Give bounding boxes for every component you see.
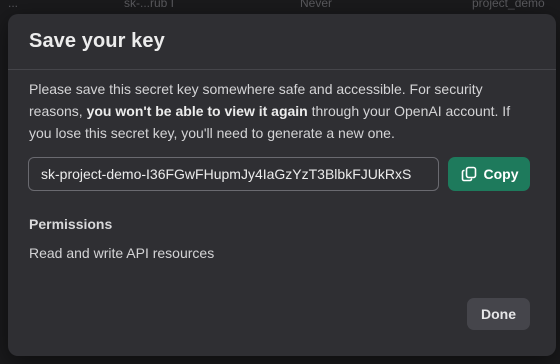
copy-button-label: Copy — [483, 166, 519, 182]
secret-key-field[interactable]: sk-project-demo-I36FGwFHupmJy4IaGzYzT3Bl… — [28, 157, 439, 191]
copy-icon — [461, 166, 476, 182]
dialog-description: Please save this secret key somewhere sa… — [29, 78, 529, 144]
dialog-title: Save your key — [29, 30, 165, 52]
background-cell: ... — [8, 0, 19, 10]
background-table-row: ... sk-...rub I Never project_demo — [0, 0, 560, 10]
permissions-label: Permissions — [29, 216, 113, 232]
description-emphasis: you won't be able to view it again — [86, 103, 308, 119]
done-button[interactable]: Done — [467, 298, 530, 330]
copy-button[interactable]: Copy — [448, 157, 530, 191]
page: ... sk-...rub I Never project_demo Save … — [0, 0, 560, 364]
save-key-dialog: Save your key Please save this secret ke… — [8, 14, 556, 356]
background-cell: sk-...rub I — [124, 0, 175, 10]
done-button-label: Done — [481, 306, 516, 322]
permissions-value: Read and write API resources — [29, 245, 215, 261]
secret-key-value[interactable]: sk-project-demo-I36FGwFHupmJy4IaGzYzT3Bl… — [41, 158, 426, 190]
background-cell: project_demo — [472, 0, 545, 10]
title-divider — [8, 69, 556, 70]
background-cell: Never — [300, 0, 333, 10]
